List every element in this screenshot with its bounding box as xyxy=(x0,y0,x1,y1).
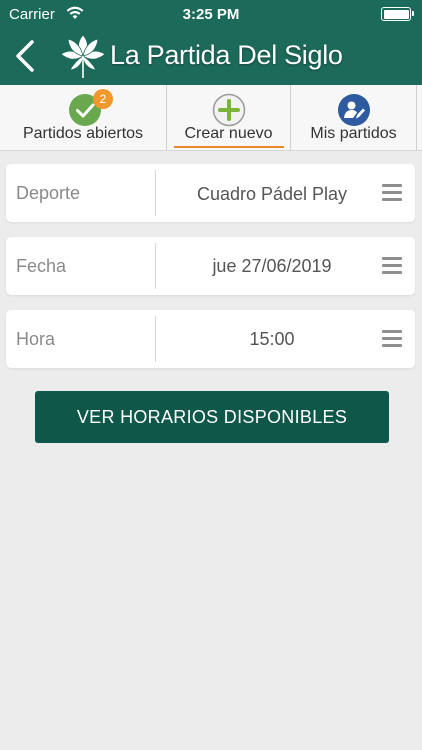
app-header: Carrier 3:25 PM La Partida Del Siglo xyxy=(0,0,422,85)
app-title: La Partida Del Siglo xyxy=(110,40,343,70)
active-tab-indicator xyxy=(174,146,284,148)
battery-icon xyxy=(381,7,414,21)
tab-label: Mis partidos xyxy=(310,125,397,142)
time-selector-row[interactable]: Hora 15:00 xyxy=(6,310,415,368)
tab-label: Partidos abiertos xyxy=(22,125,144,142)
tab-mis-partidos[interactable]: Mis partidos xyxy=(291,85,416,150)
tab-label: Crear nuevo xyxy=(184,125,273,142)
time-value: 15:00 xyxy=(249,329,295,349)
tab-partidos-abiertos[interactable]: 2 Partidos abiertos xyxy=(0,85,166,150)
tab-divider xyxy=(416,85,417,150)
date-value: jue 27/06/2019 xyxy=(212,256,332,276)
menu-lines-icon[interactable] xyxy=(382,257,402,274)
back-button[interactable] xyxy=(10,38,40,74)
sport-selector-row[interactable]: Deporte Cuadro Pádel Play xyxy=(6,164,415,222)
status-bar: Carrier 3:25 PM xyxy=(0,0,422,30)
time-label: Hora xyxy=(16,329,56,349)
plus-circle-icon xyxy=(212,93,246,127)
menu-lines-icon[interactable] xyxy=(382,184,402,201)
sport-label: Deporte xyxy=(16,183,81,203)
logo-leaf-icon xyxy=(60,34,106,78)
date-label: Fecha xyxy=(16,256,67,276)
status-time: 3:25 PM xyxy=(182,6,240,23)
notification-badge: 2 xyxy=(93,89,113,109)
date-selector-row[interactable]: Fecha jue 27/06/2019 xyxy=(6,237,415,295)
view-available-times-button[interactable]: VER HORARIOS DISPONIBLES xyxy=(35,391,389,443)
tab-bar: 2 Partidos abiertos Crear nuevo Mis part… xyxy=(0,85,422,151)
tab-crear-nuevo[interactable]: Crear nuevo xyxy=(167,85,290,150)
menu-lines-icon[interactable] xyxy=(382,330,402,347)
user-edit-icon xyxy=(338,94,370,126)
sport-value: Cuadro Pádel Play xyxy=(196,184,348,204)
